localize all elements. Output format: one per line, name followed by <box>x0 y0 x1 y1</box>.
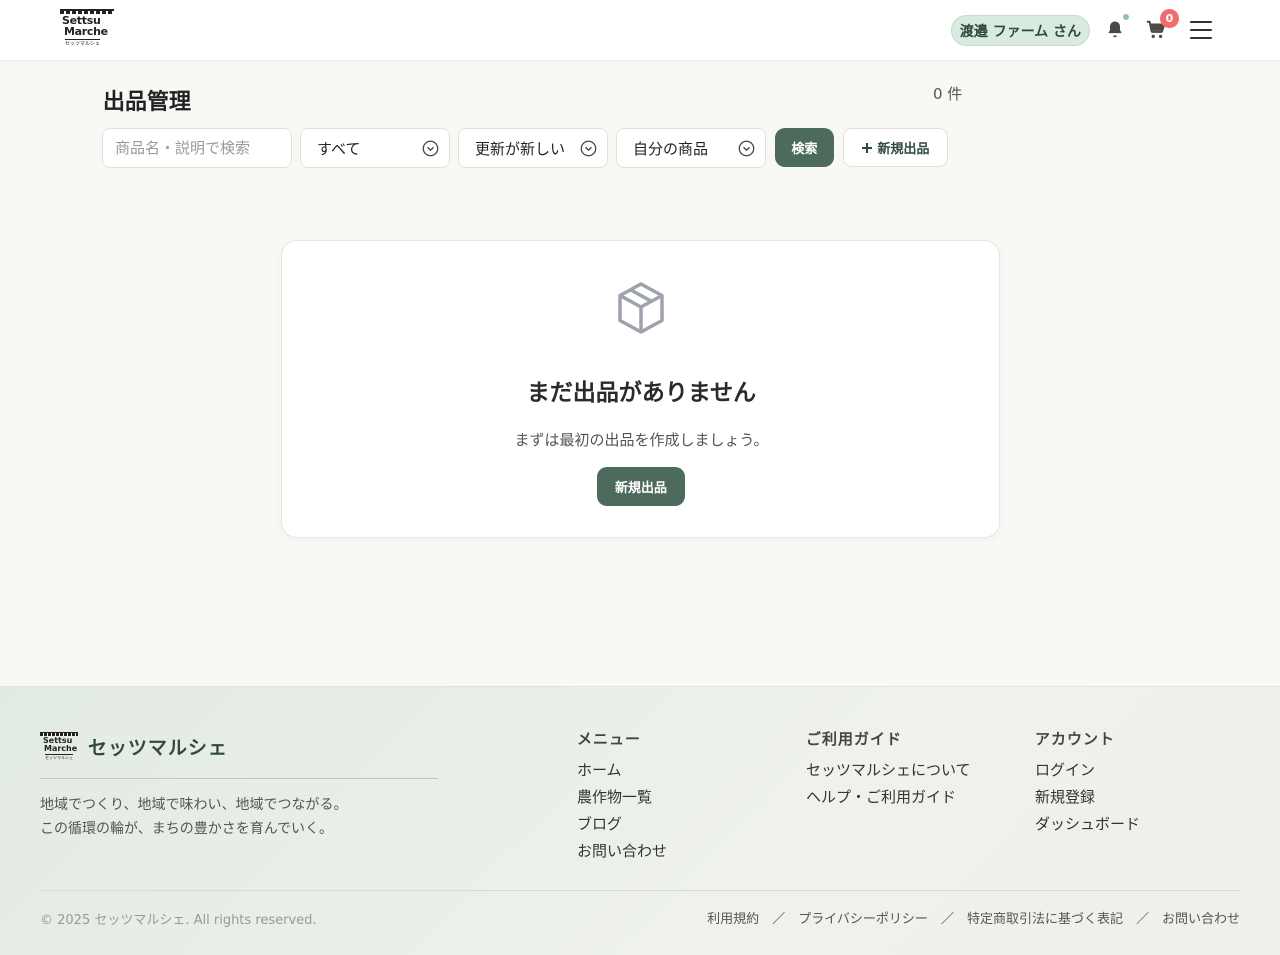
footer-tagline: 地域でつくり、地域で味わい、地域でつながる。 この循環の輪が、まちの豊かさを育ん… <box>40 793 347 841</box>
footer-link-login[interactable]: ログイン <box>1035 757 1140 784</box>
new-listing-label: 新規出品 <box>877 142 930 157</box>
footer-link-dashboard[interactable]: ダッシュボード <box>1035 811 1140 838</box>
legal-link-contact[interactable]: お問い合わせ <box>1162 908 1240 927</box>
footer-link-help[interactable]: ヘルプ・ご利用ガイド <box>806 784 971 811</box>
footer-tagline-line1: 地域でつくり、地域で味わい、地域でつながる。 <box>40 797 348 813</box>
legal-link-privacy[interactable]: プライバシーポリシー <box>798 908 928 927</box>
footer-logo-line3: セッツマルシェ <box>45 754 73 760</box>
footer-link-about[interactable]: セッツマルシェについて <box>806 757 971 784</box>
chevron-down-icon <box>422 140 439 157</box>
chevron-down-icon <box>580 140 597 157</box>
empty-state-subtitle: まずは最初の出品を作成しましょう。 <box>514 431 769 449</box>
owner-filter-value: 自分の商品 <box>633 139 709 158</box>
hamburger-menu-icon[interactable] <box>1190 21 1212 39</box>
bell-icon[interactable] <box>1105 19 1125 39</box>
footer-logo-line2: Marche <box>44 744 78 753</box>
legal-link-terms[interactable]: 利用規約 <box>707 908 759 927</box>
notification-dot <box>1123 14 1129 20</box>
empty-state-title: まだ出品がありません <box>526 380 757 406</box>
status-filter-value: すべて <box>317 139 361 158</box>
legal-separator: ／ <box>1135 912 1149 927</box>
footer-link-home[interactable]: ホーム <box>577 757 667 784</box>
status-filter-select[interactable]: すべて <box>300 128 450 168</box>
create-listing-button[interactable]: 新規出品 <box>597 467 685 506</box>
user-menu-pill[interactable]: 渡邉 ファーム さん <box>951 15 1090 46</box>
legal-separator: ／ <box>940 912 954 927</box>
footer-menu-column: メニュー ホーム 農作物一覧 ブログ お問い合わせ <box>577 728 667 865</box>
search-button[interactable]: 検索 <box>775 128 834 167</box>
footer-guide-title: ご利用ガイド <box>806 730 903 748</box>
footer-brand-name: セッツマルシェ <box>88 737 229 759</box>
logo-line3: セッツマルシェ <box>65 39 101 47</box>
site-logo[interactable]: Settsu Marche セッツマルシェ <box>58 9 116 49</box>
legal-separator: ／ <box>772 912 786 927</box>
site-footer: Settsu Marche セッツマルシェ セッツマルシェ 地域でつくり、地域で… <box>0 686 1280 955</box>
page-title: 出品管理 <box>103 90 192 115</box>
footer-account-title: アカウント <box>1035 730 1116 748</box>
footer-link-products[interactable]: 農作物一覧 <box>577 784 667 811</box>
copyright: © 2025 セッツマルシェ. All rights reserved. <box>40 913 317 928</box>
footer-link-register[interactable]: 新規登録 <box>1035 784 1140 811</box>
search-input[interactable] <box>102 128 292 168</box>
empty-state-card: まだ出品がありません まずは最初の出品を作成しましょう。 新規出品 <box>281 240 1000 538</box>
footer-link-contact[interactable]: お問い合わせ <box>577 838 667 865</box>
footer-account-column: アカウント ログイン 新規登録 ダッシュボード <box>1035 728 1140 838</box>
footer-brand-divider <box>40 778 438 779</box>
footer-divider <box>40 890 1240 891</box>
item-count: 0 件 <box>933 85 963 103</box>
footer-logo[interactable]: Settsu Marche セッツマルシェ <box>40 732 78 760</box>
package-icon <box>618 282 664 334</box>
footer-menu-title: メニュー <box>577 730 642 748</box>
sort-select[interactable]: 更新が新しい <box>458 128 608 168</box>
legal-link-tokusho[interactable]: 特定商取引法に基づく表記 <box>967 908 1123 927</box>
owner-filter-select[interactable]: 自分の商品 <box>616 128 766 168</box>
footer-guide-column: ご利用ガイド セッツマルシェについて ヘルプ・ご利用ガイド <box>806 728 971 811</box>
site-header: Settsu Marche セッツマルシェ 渡邉 ファーム さん 0 <box>0 0 1280 60</box>
footer-legal-links: 利用規約 ／ プライバシーポリシー ／ 特定商取引法に基づく表記 ／ お問い合わ… <box>707 908 1240 927</box>
footer-tagline-line2: この循環の輪が、まちの豊かさを育んでいく。 <box>40 821 334 837</box>
new-listing-button[interactable]: 新規出品 <box>843 128 948 167</box>
cart-count-badge: 0 <box>1160 9 1179 28</box>
footer-link-blog[interactable]: ブログ <box>577 811 667 838</box>
chevron-down-icon <box>738 140 755 157</box>
logo-line2: Marche <box>64 25 108 38</box>
plus-icon <box>862 142 873 153</box>
sort-value: 更新が新しい <box>475 139 566 158</box>
